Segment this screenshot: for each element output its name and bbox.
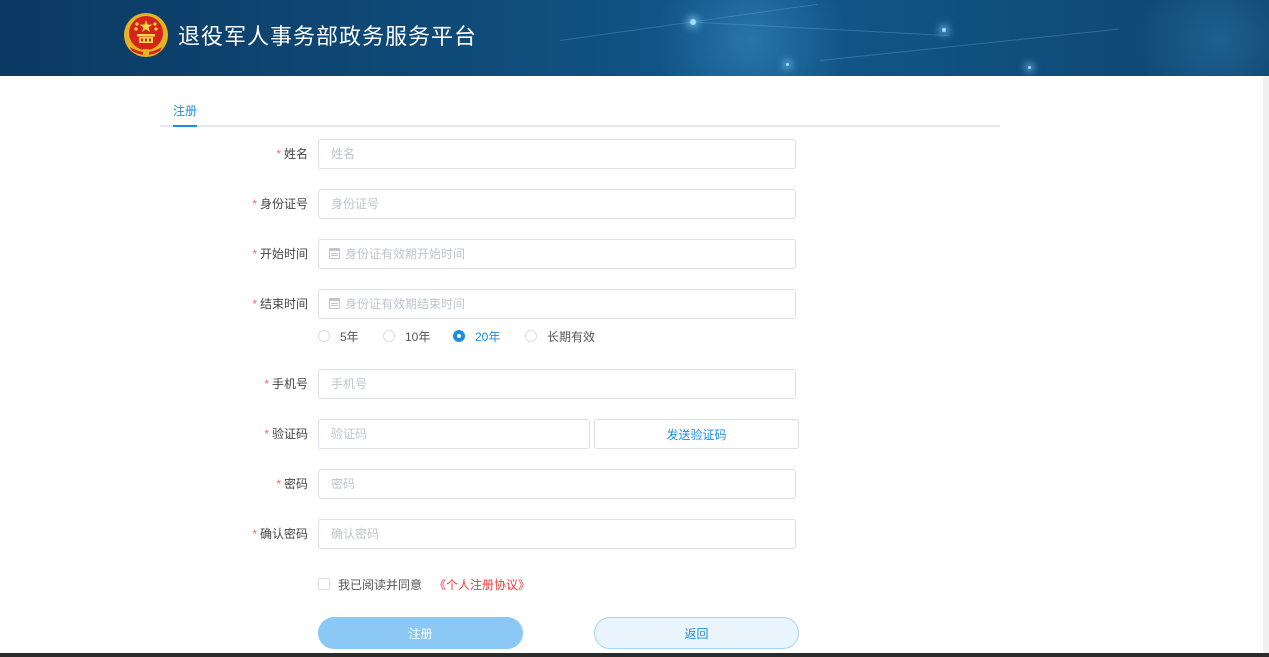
required-mark: * — [276, 477, 281, 491]
start-time-label-text: 开始时间 — [259, 247, 308, 261]
agreement-link[interactable]: 《个人注册协议》 — [434, 576, 530, 593]
header-decoration-line — [819, 28, 1119, 61]
required-mark: * — [264, 377, 269, 391]
code-input[interactable] — [318, 419, 590, 449]
send-code-button[interactable]: 发送验证码 — [594, 419, 799, 449]
radio-checked-icon — [453, 330, 465, 342]
password-input[interactable] — [318, 469, 796, 499]
name-label-text: 姓名 — [283, 147, 308, 161]
end-time-label: * 结束时间 — [252, 289, 308, 321]
phone-label-text: 手机号 — [271, 377, 308, 391]
required-mark: * — [276, 147, 281, 161]
name-label: * 姓名 — [276, 139, 308, 171]
header-light-dot — [690, 19, 696, 25]
confirm-password-label: * 确认密码 — [252, 519, 308, 551]
radio-long-term[interactable]: 长期有效 — [525, 327, 595, 345]
bottom-edge-bar — [0, 653, 1269, 657]
radio-circle-icon — [525, 330, 537, 342]
active-tab-indicator — [173, 125, 197, 127]
phone-input[interactable] — [318, 369, 796, 399]
id-number-label: * 身份证号 — [252, 189, 308, 221]
end-time-row: * 结束时间 — [160, 289, 860, 321]
radio-10-years[interactable]: 10年 — [383, 327, 430, 345]
radio-5-years[interactable]: 5年 — [318, 327, 359, 345]
header-light-dot — [942, 28, 946, 32]
start-time-label: * 开始时间 — [252, 239, 308, 271]
required-mark: * — [252, 247, 257, 261]
required-mark: * — [264, 427, 269, 441]
site-header: 退役军人事务部政务服务平台 — [0, 0, 1269, 76]
confirm-password-input[interactable] — [318, 519, 796, 549]
agreement-text: 我已阅读并同意 — [338, 577, 423, 592]
radio-label: 20年 — [475, 329, 501, 344]
calendar-icon — [329, 248, 340, 259]
id-number-row: * 身份证号 — [160, 189, 860, 221]
end-time-input[interactable] — [318, 289, 796, 319]
id-number-label-text: 身份证号 — [259, 197, 308, 211]
radio-20-years[interactable]: 20年 — [453, 327, 500, 345]
required-mark: * — [252, 527, 257, 541]
radio-circle-icon — [318, 330, 330, 342]
agreement-checkbox[interactable] — [318, 578, 330, 590]
name-input[interactable] — [318, 139, 796, 169]
start-time-row: * 开始时间 — [160, 239, 860, 271]
tab-register[interactable]: 注册 — [173, 102, 197, 119]
radio-label: 5年 — [340, 329, 359, 344]
required-mark: * — [252, 297, 257, 311]
header-light-dot — [786, 63, 789, 66]
code-row: *验证码 发送验证码 — [160, 419, 860, 451]
id-number-input[interactable] — [318, 189, 796, 219]
tab-bar: 注册 — [160, 92, 1000, 127]
password-label-text: 密码 — [283, 477, 308, 491]
back-button[interactable]: 返回 — [594, 617, 799, 649]
password-row: * 密码 — [160, 469, 860, 501]
code-label-text: 验证码 — [271, 427, 308, 441]
radio-circle-icon — [383, 330, 395, 342]
register-button[interactable]: 注册 — [318, 617, 523, 649]
header-glow — [1120, 0, 1269, 76]
calendar-icon — [329, 298, 340, 309]
radio-label: 长期有效 — [547, 329, 596, 344]
site-title: 退役军人事务部政务服务平台 — [178, 24, 478, 49]
start-time-input[interactable] — [318, 239, 796, 269]
header-light-dot — [1028, 66, 1031, 69]
national-emblem-icon — [124, 13, 168, 57]
phone-label: * 手机号 — [264, 369, 308, 401]
password-label: * 密码 — [276, 469, 308, 501]
end-time-label-text: 结束时间 — [259, 297, 308, 311]
phone-row: * 手机号 — [160, 369, 860, 401]
name-row: * 姓名 — [160, 139, 860, 171]
agreement-row: 我已阅读并同意 《个人注册协议》 — [318, 576, 530, 592]
radio-label: 10年 — [405, 329, 431, 344]
required-mark: * — [252, 197, 257, 211]
confirm-password-row: * 确认密码 — [160, 519, 860, 551]
scrollbar-track[interactable] — [1263, 76, 1269, 653]
code-label: * 验证码 — [264, 419, 308, 451]
confirm-password-label-text: 确认密码 — [259, 527, 308, 541]
header-glow — [640, 0, 860, 76]
